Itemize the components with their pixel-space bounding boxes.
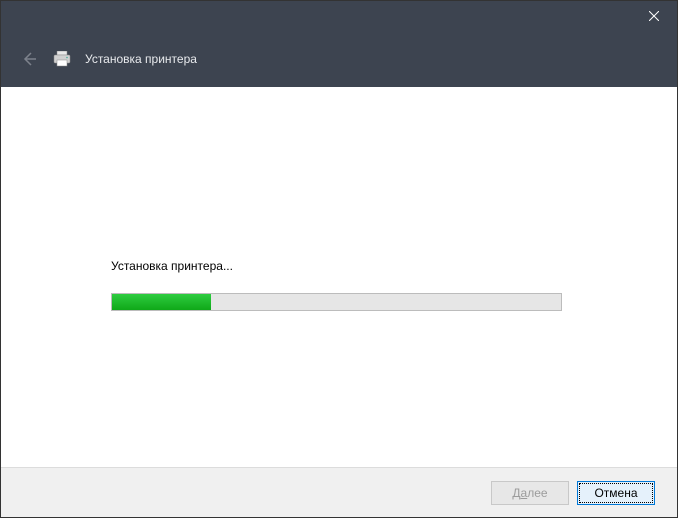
printer-icon xyxy=(53,51,71,67)
titlebar xyxy=(1,1,677,31)
close-icon xyxy=(649,11,659,21)
next-button: Далее xyxy=(491,481,569,505)
back-button xyxy=(19,49,39,69)
status-text: Установка принтера... xyxy=(111,259,233,273)
cancel-button-label: Отмена xyxy=(594,486,637,500)
close-button[interactable] xyxy=(631,1,677,31)
content-area: Установка принтера... xyxy=(1,87,677,467)
progress-fill xyxy=(112,294,211,310)
progress-bar xyxy=(111,293,562,311)
wizard-title: Установка принтера xyxy=(85,52,197,66)
wizard-header: Установка принтера xyxy=(1,31,677,87)
back-arrow-icon xyxy=(21,51,37,67)
footer: Далее Отмена xyxy=(1,467,677,517)
next-button-label: Далее xyxy=(512,486,547,500)
cancel-button[interactable]: Отмена xyxy=(577,481,655,505)
